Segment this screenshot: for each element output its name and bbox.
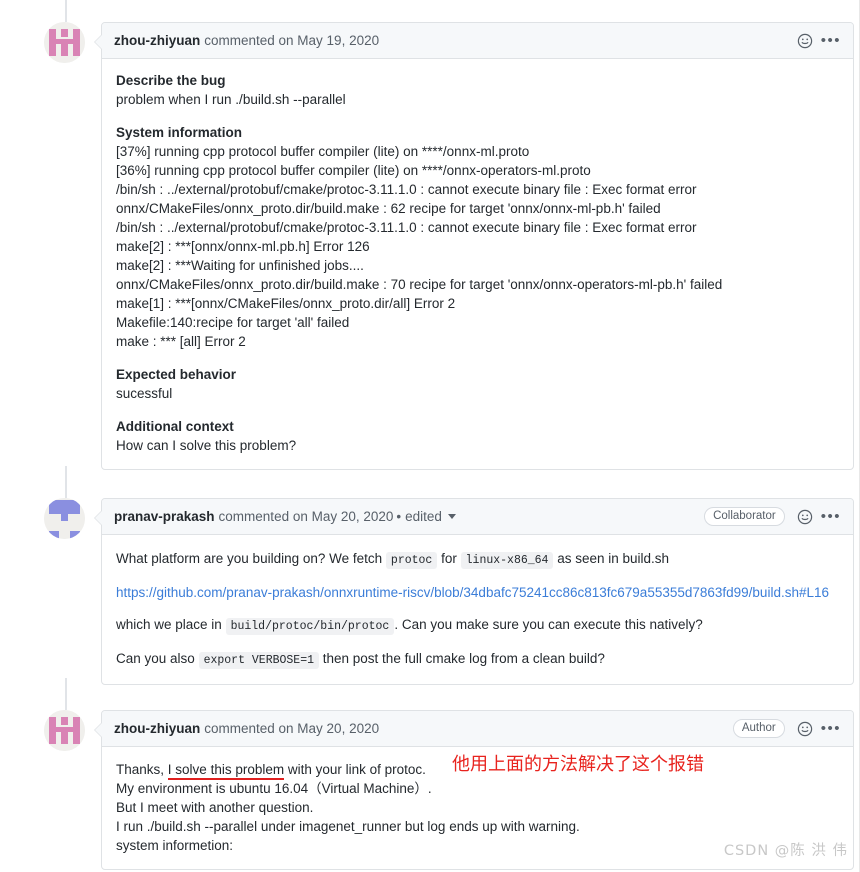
log-line: make[2] : ***[onnx/onnx-ml.pb.h] Error 1… xyxy=(116,239,370,254)
comment-author[interactable]: pranav-prakash xyxy=(114,509,215,524)
inline-code: build/protoc/bin/protoc xyxy=(225,618,395,635)
paragraph: which we place in build/protoc/bin/proto… xyxy=(116,615,839,636)
log-line: /bin/sh : ../external/protobuf/cmake/pro… xyxy=(116,182,697,197)
comment-bubble: pranav-prakash commented on May 20, 2020… xyxy=(94,498,854,685)
identicon-icon xyxy=(44,22,85,63)
comment-timestamp: commented on May 20, 2020 xyxy=(218,509,394,524)
text-fragment: for xyxy=(441,551,457,566)
timeline-connector xyxy=(65,678,67,710)
paragraph: Can you also export VERBOSE=1 then post … xyxy=(116,649,839,670)
section-title: Additional context xyxy=(116,419,234,434)
inline-code: export VERBOSE=1 xyxy=(198,652,319,669)
inline-code: linux-x86_64 xyxy=(460,552,554,569)
paragraph: What platform are you building on? We fe… xyxy=(116,549,839,570)
edited-separator: • xyxy=(396,509,402,524)
comment-body: What platform are you building on? We fe… xyxy=(102,535,853,684)
comment-author[interactable]: zhou-zhiyuan xyxy=(114,33,200,48)
text-fragment: Thanks, xyxy=(116,762,165,777)
text-fragment: which we place in xyxy=(116,617,222,632)
body-line: My environment is ubuntu 16.04（Virtual M… xyxy=(116,781,432,796)
smiley-icon[interactable] xyxy=(797,509,813,525)
text-fragment: . Can you make sure you can execute this… xyxy=(394,617,703,632)
log-line: [37%] running cpp protocol buffer compil… xyxy=(116,144,530,159)
log-line: onnx/CMakeFiles/onnx_proto.dir/build.mak… xyxy=(116,201,661,216)
github-issue-thread: zhou-zhiyuan commented on May 19, 2020 •… xyxy=(0,0,860,872)
avatar[interactable] xyxy=(44,498,85,539)
comment-header: pranav-prakash commented on May 20, 2020… xyxy=(102,499,853,535)
section-text: How can I solve this problem? xyxy=(116,438,297,453)
identicon-icon xyxy=(44,498,85,539)
log-line: make[2] : ***Waiting for unfinished jobs… xyxy=(116,258,364,273)
log-line: /bin/sh : ../external/protobuf/cmake/pro… xyxy=(116,220,697,235)
text-fragment: as seen in build.sh xyxy=(557,551,670,566)
csdn-watermark: CSDN @陈 洪 伟 xyxy=(723,843,848,859)
inline-code: protoc xyxy=(385,552,438,569)
section-text: sucessful xyxy=(116,386,173,401)
body-line: I run ./build.sh --parallel under imagen… xyxy=(116,819,580,834)
timeline-connector xyxy=(65,466,67,498)
text-fragment: with your link of protoc. xyxy=(287,762,426,777)
red-annotation: 他用上面的方法解决了这个报错 xyxy=(452,754,704,775)
log-line: Makefile:140:recipe for target 'all' fai… xyxy=(116,315,350,330)
section-text: problem when I run ./build.sh --parallel xyxy=(116,92,346,107)
comment-timestamp: commented on May 19, 2020 xyxy=(204,33,380,48)
section-title: Describe the bug xyxy=(116,73,226,88)
collaborator-badge: Collaborator xyxy=(704,507,785,526)
comment-body: Describe the bug problem when I run ./bu… xyxy=(102,59,853,469)
comment-timestamp: commented on May 20, 2020 xyxy=(204,721,380,736)
comment-header: zhou-zhiyuan commented on May 20, 2020 A… xyxy=(102,711,853,747)
text-fragment: What platform are you building on? We fe… xyxy=(116,551,383,566)
log-line: [36%] running cpp protocol buffer compil… xyxy=(116,163,591,178)
edited-dropdown[interactable]: • edited xyxy=(396,509,456,524)
kebab-menu-icon[interactable]: ••• xyxy=(821,33,841,48)
smiley-icon[interactable] xyxy=(797,33,813,49)
paragraph-link: https://github.com/pranav-prakash/onnxru… xyxy=(116,583,839,602)
section-title: System information xyxy=(116,125,243,140)
text-fragment: Can you also xyxy=(116,651,195,666)
body-line: But I meet with another question. xyxy=(116,800,314,815)
external-link[interactable]: https://github.com/pranav-prakash/onnxru… xyxy=(116,585,829,600)
kebab-menu-icon[interactable]: ••• xyxy=(821,509,841,524)
smiley-icon[interactable] xyxy=(797,721,813,737)
text-fragment: then post the full cmake log from a clea… xyxy=(322,651,605,666)
log-line: onnx/CMakeFiles/onnx_proto.dir/build.mak… xyxy=(116,277,723,292)
kebab-menu-icon[interactable]: ••• xyxy=(821,721,841,736)
log-line: make : *** [all] Error 2 xyxy=(116,334,246,349)
comment-bubble: zhou-zhiyuan commented on May 19, 2020 •… xyxy=(94,22,854,470)
comment-author[interactable]: zhou-zhiyuan xyxy=(114,721,200,736)
avatar[interactable] xyxy=(44,710,85,751)
section-title: Expected behavior xyxy=(116,367,237,382)
identicon-icon xyxy=(44,710,85,751)
comment-header: zhou-zhiyuan commented on May 19, 2020 •… xyxy=(102,23,853,59)
author-badge: Author xyxy=(732,719,785,738)
edited-label: edited xyxy=(405,509,442,524)
chevron-down-icon xyxy=(447,514,456,519)
log-line: make[1] : ***[onnx/CMakeFiles/onnx_proto… xyxy=(116,296,456,311)
timeline-connector xyxy=(65,0,67,22)
highlighted-text: I solve this problem xyxy=(167,762,285,780)
avatar[interactable] xyxy=(44,22,85,63)
